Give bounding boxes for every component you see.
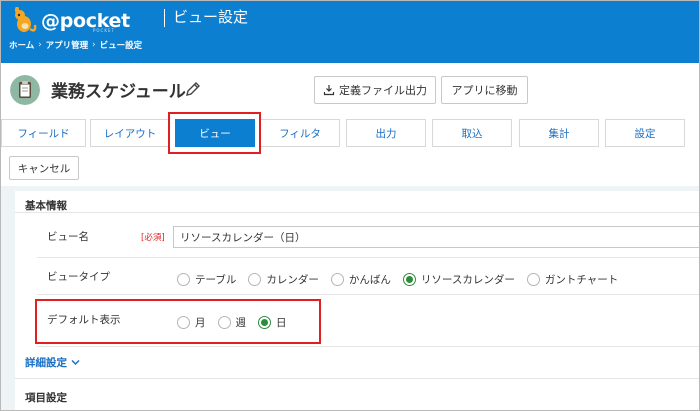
radio-circle-selected	[402, 273, 416, 286]
tab-settings[interactable]: 設定	[605, 119, 685, 147]
export-definition-label: 定義ファイル出力	[339, 84, 427, 97]
radio-circle	[177, 273, 190, 286]
row-divider	[37, 294, 699, 295]
pencil-edit-icon[interactable]	[183, 79, 203, 99]
details-label: 詳細設定	[25, 357, 67, 369]
basic-info-heading: 基本情報	[25, 200, 67, 212]
tab-output[interactable]: 出力	[346, 119, 426, 147]
tab-field[interactable]: フィールド	[1, 119, 86, 147]
section-divider	[15, 378, 699, 379]
move-to-app-label: アプリに移動	[451, 84, 518, 97]
view-name-label: ビュー名	[47, 231, 89, 243]
view-type-resource-calendar-radio[interactable]: リソースカレンダー	[402, 272, 515, 287]
radio-label: カレンダー	[266, 274, 319, 286]
view-tab-highlight	[168, 112, 261, 154]
cancel-button[interactable]: キャンセル	[9, 156, 79, 180]
breadcrumb-home[interactable]: ホーム	[9, 39, 34, 51]
breadcrumb-current: ビュー設定	[99, 41, 143, 51]
chevron-right-icon: ›	[38, 40, 42, 50]
header-divider	[164, 9, 165, 27]
view-name-input[interactable]: リソースカレンダー（日）	[173, 226, 699, 248]
breadcrumb-app-admin[interactable]: アプリ管理	[46, 39, 89, 51]
download-icon	[323, 85, 335, 96]
view-type-kanban-radio[interactable]: かんばん	[330, 272, 391, 287]
app-header: @pocket POCKET ビュー設定 ホーム › アプリ管理 › ビュー設定	[1, 1, 699, 63]
radio-label: リソースカレンダー	[420, 274, 515, 286]
move-to-app-button[interactable]: アプリに移動	[441, 76, 528, 104]
view-type-table-radio[interactable]: テーブル	[177, 272, 236, 287]
breadcrumb: ホーム › アプリ管理 › ビュー設定	[9, 39, 142, 51]
export-definition-button[interactable]: 定義ファイル出力	[314, 76, 436, 104]
view-type-gantt-radio[interactable]: ガントチャート	[526, 272, 619, 287]
cancel-label: キャンセル	[17, 162, 71, 175]
radio-circle	[248, 273, 262, 286]
item-settings-heading: 項目設定	[25, 392, 67, 404]
app-title: 業務スケジュール	[51, 82, 186, 102]
tab-bar: フィールド レイアウト ビュー フィルタ 出力 取込 集計 設定	[1, 119, 699, 147]
chevron-down-icon	[71, 359, 80, 366]
required-badge: [必須]	[141, 233, 165, 243]
radio-circle	[526, 273, 540, 286]
clipboard-app-icon	[10, 75, 40, 105]
tab-layout[interactable]: レイアウト	[90, 119, 170, 147]
details-toggle[interactable]: 詳細設定	[25, 355, 80, 370]
chevron-right-icon: ›	[92, 40, 96, 50]
radio-label: かんばん	[348, 274, 391, 286]
row-divider	[37, 257, 699, 258]
window: @pocket POCKET ビュー設定 ホーム › アプリ管理 › ビュー設定…	[0, 0, 700, 411]
view-type-calendar-radio[interactable]: カレンダー	[248, 272, 319, 287]
tab-import[interactable]: 取込	[432, 119, 512, 147]
tab-filter[interactable]: フィルタ	[260, 119, 340, 147]
view-type-label: ビュータイプ	[47, 271, 110, 283]
tab-aggregate[interactable]: 集計	[519, 119, 599, 147]
view-name-value: リソースカレンダー（日）	[180, 231, 306, 244]
radio-label: ガントチャート	[544, 274, 619, 286]
logo-subtext: POCKET	[93, 28, 115, 33]
logo-text: @pocket	[41, 10, 130, 32]
kangaroo-mascot-icon	[15, 7, 37, 32]
radio-label: テーブル	[195, 274, 237, 286]
section-divider	[15, 212, 699, 213]
default-display-highlight	[35, 299, 321, 344]
view-type-radio-group: テーブル カレンダー かんばん リソースカレンダー ガントチャート	[177, 272, 630, 287]
radio-circle	[330, 273, 344, 286]
page-title: ビュー設定	[173, 8, 249, 26]
row-divider	[37, 346, 699, 347]
